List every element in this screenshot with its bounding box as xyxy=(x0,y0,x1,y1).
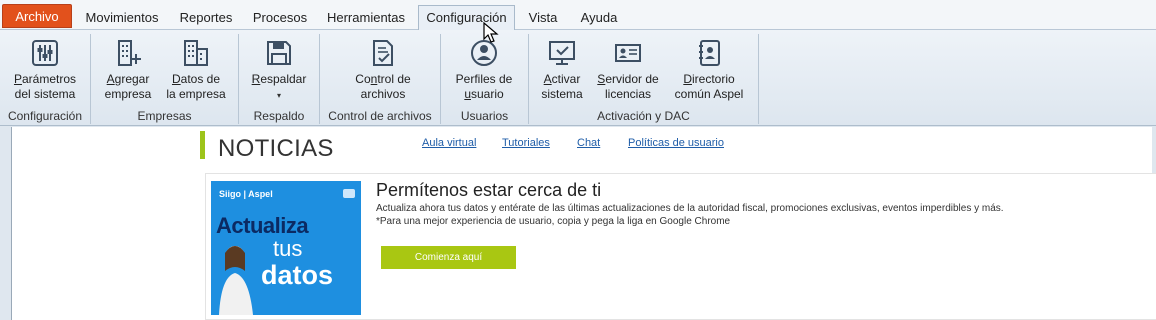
parametros-del-sistema-button[interactable]: Parámetros del sistema xyxy=(6,38,84,102)
card-description: Actualiza ahora tus datos y entérate de … xyxy=(376,202,1004,228)
banner-word-tus: tus xyxy=(273,236,303,261)
servidor-de-licencias-button[interactable]: Servidor de licencias xyxy=(593,38,663,102)
link-politicas-de-usuario[interactable]: Políticas de usuario xyxy=(628,137,724,149)
floppy-disk-icon xyxy=(267,41,291,65)
card-text-line-2: *Para una mejor experiencia de usuario, … xyxy=(376,216,731,227)
agregar-empresa-button[interactable]: Agregar empresa xyxy=(101,38,155,102)
link-aula-virtual[interactable]: Aula virtual xyxy=(422,137,476,149)
tab-procesos[interactable]: Procesos xyxy=(247,6,313,30)
ribbon: Parámetros del sistema Configuración Agre… xyxy=(0,30,1156,126)
group-configuracion: Parámetros del sistema Configuración xyxy=(0,30,90,126)
person-illustration xyxy=(219,246,253,315)
brand-logo: Siigo | Aspel xyxy=(219,189,273,199)
respaldar-button[interactable]: Respaldar ▾ xyxy=(247,38,311,102)
group-label-usuarios: Usuarios xyxy=(460,109,509,123)
group-label-activacion-dac: Activación y DAC xyxy=(597,109,690,123)
group-control-archivos: Control de archivos Control de archivos xyxy=(320,30,440,126)
datos-de-la-empresa-button[interactable]: Datos de la empresa xyxy=(163,38,229,102)
news-panel: NOTICIAS Aula virtual Tutoriales Chat Po… xyxy=(11,127,1156,320)
activar-sistema-button[interactable]: Activar sistema xyxy=(535,38,589,102)
tab-vista[interactable]: Vista xyxy=(522,6,564,30)
mouse-cursor-icon xyxy=(483,22,499,43)
group-label-configuracion: Configuración xyxy=(7,109,83,123)
card-text-line-1: Actualiza ahora tus datos y entérate de … xyxy=(376,203,1004,214)
settings-sliders-icon xyxy=(32,40,58,66)
link-chat[interactable]: Chat xyxy=(577,137,600,149)
building-add-icon xyxy=(118,40,141,66)
tab-movimientos[interactable]: Movimientos xyxy=(76,6,168,30)
link-tutoriales[interactable]: Tutoriales xyxy=(502,137,550,149)
group-empresas: Agregar empresa Datos de la empresa Empres… xyxy=(91,30,238,126)
comienza-aqui-button[interactable]: Comienza aquí xyxy=(381,246,516,269)
directory-book-icon xyxy=(699,40,720,66)
ribbon-divider xyxy=(758,34,759,124)
page-title: NOTICIAS xyxy=(218,135,334,162)
promo-banner[interactable]: Siigo | Aspel Actualiza tus datos xyxy=(211,181,361,315)
tab-ayuda[interactable]: Ayuda xyxy=(571,6,627,30)
tab-reportes[interactable]: Reportes xyxy=(174,6,238,30)
tab-herramientas[interactable]: Herramientas xyxy=(320,6,412,30)
monitor-check-icon xyxy=(549,41,575,65)
group-usuarios: Perfiles de usuario Usuarios xyxy=(441,30,528,126)
group-label-respaldo: Respaldo xyxy=(253,109,305,123)
directorio-comun-aspel-button[interactable]: Directorio común Aspel xyxy=(669,38,749,102)
perfiles-de-usuario-button[interactable]: Perfiles de usuario xyxy=(451,38,517,102)
group-respaldo: Respaldar ▾ Respaldo xyxy=(239,30,319,126)
chevron-down-icon: ▾ xyxy=(276,91,281,100)
group-label-empresas: Empresas xyxy=(137,109,192,123)
document-check-icon xyxy=(373,40,393,66)
menu-tab-bar: Archivo Movimientos Reportes Procesos He… xyxy=(0,0,1156,31)
tab-archivo[interactable]: Archivo xyxy=(2,4,72,28)
chat-bubble-icon xyxy=(343,189,355,198)
control-de-archivos-button[interactable]: Control de archivos xyxy=(348,38,418,102)
news-card: Siigo | Aspel Actualiza tus datos Permít… xyxy=(205,173,1156,320)
card-title: Permítenos estar cerca de ti xyxy=(376,180,602,200)
group-activacion-dac: Activar sistema Servidor de licencias Dire… xyxy=(529,30,758,126)
accent-bar xyxy=(200,131,205,159)
tab-configuracion[interactable]: Configuración xyxy=(418,5,515,31)
building-icon xyxy=(184,40,208,66)
banner-word-datos: datos xyxy=(261,260,334,290)
license-card-icon xyxy=(615,44,641,62)
group-label-control-archivos: Control de archivos xyxy=(328,109,432,123)
